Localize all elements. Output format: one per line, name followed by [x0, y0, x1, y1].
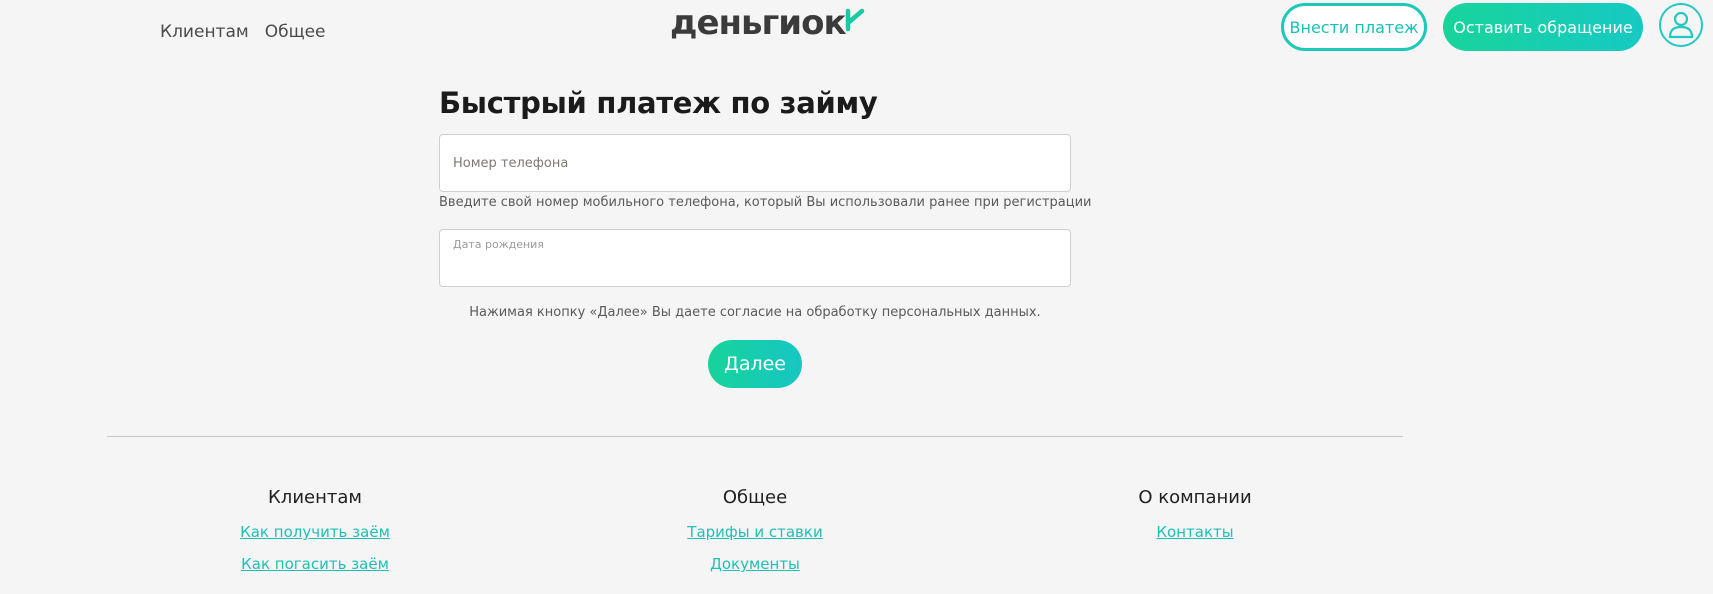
footer-column-clients: Клиентам Как получить заём Как погасить …: [185, 485, 445, 585]
phone-input[interactable]: [440, 135, 1070, 191]
site-header: Клиентам Общее деньгиок Внести платеж Ос…: [0, 0, 1713, 58]
logo-text: деньгиок: [670, 3, 847, 43]
footer-column-title: Клиентам: [268, 487, 362, 508]
consent-text: Нажимая кнопку «Далее» Вы даете согласие…: [469, 305, 1041, 320]
user-account-button[interactable]: [1659, 3, 1703, 47]
nav-link-clients[interactable]: Клиентам: [160, 22, 249, 42]
birthdate-field[interactable]: Дата рождения: [439, 229, 1071, 287]
make-payment-button[interactable]: Внести платеж: [1281, 3, 1427, 51]
footer-column-title: Общее: [722, 487, 788, 508]
footer-column-title: О компании: [1138, 487, 1252, 508]
page-title: Быстрый платеж по займу: [439, 86, 878, 120]
user-icon: [1668, 11, 1694, 39]
footer-divider: [107, 436, 1403, 437]
phone-hint: Введите свой номер мобильного телефона, …: [439, 195, 1092, 210]
submit-request-button[interactable]: Оставить обращение: [1443, 3, 1643, 51]
logo[interactable]: деньгиок: [670, 2, 868, 44]
birthdate-input[interactable]: [440, 230, 1070, 286]
footer-link-contacts[interactable]: Контакты: [1065, 521, 1325, 553]
footer-link-get-loan[interactable]: Как получить заём: [185, 521, 445, 553]
footer-link-documents[interactable]: Документы: [625, 553, 885, 585]
next-button[interactable]: Далее: [708, 340, 802, 388]
footer-column-company: О компании Контакты: [1065, 485, 1325, 553]
nav-link-general[interactable]: Общее: [265, 22, 326, 42]
footer-link-tariffs[interactable]: Тарифы и ставки: [625, 521, 885, 553]
checkmark-icon: [845, 8, 864, 32]
footer-link-repay-loan[interactable]: Как погасить заём: [185, 553, 445, 585]
header-nav: Клиентам Общее: [160, 22, 326, 42]
footer-column-general: Общее Тарифы и ставки Документы: [625, 485, 885, 585]
phone-field[interactable]: [439, 134, 1071, 192]
